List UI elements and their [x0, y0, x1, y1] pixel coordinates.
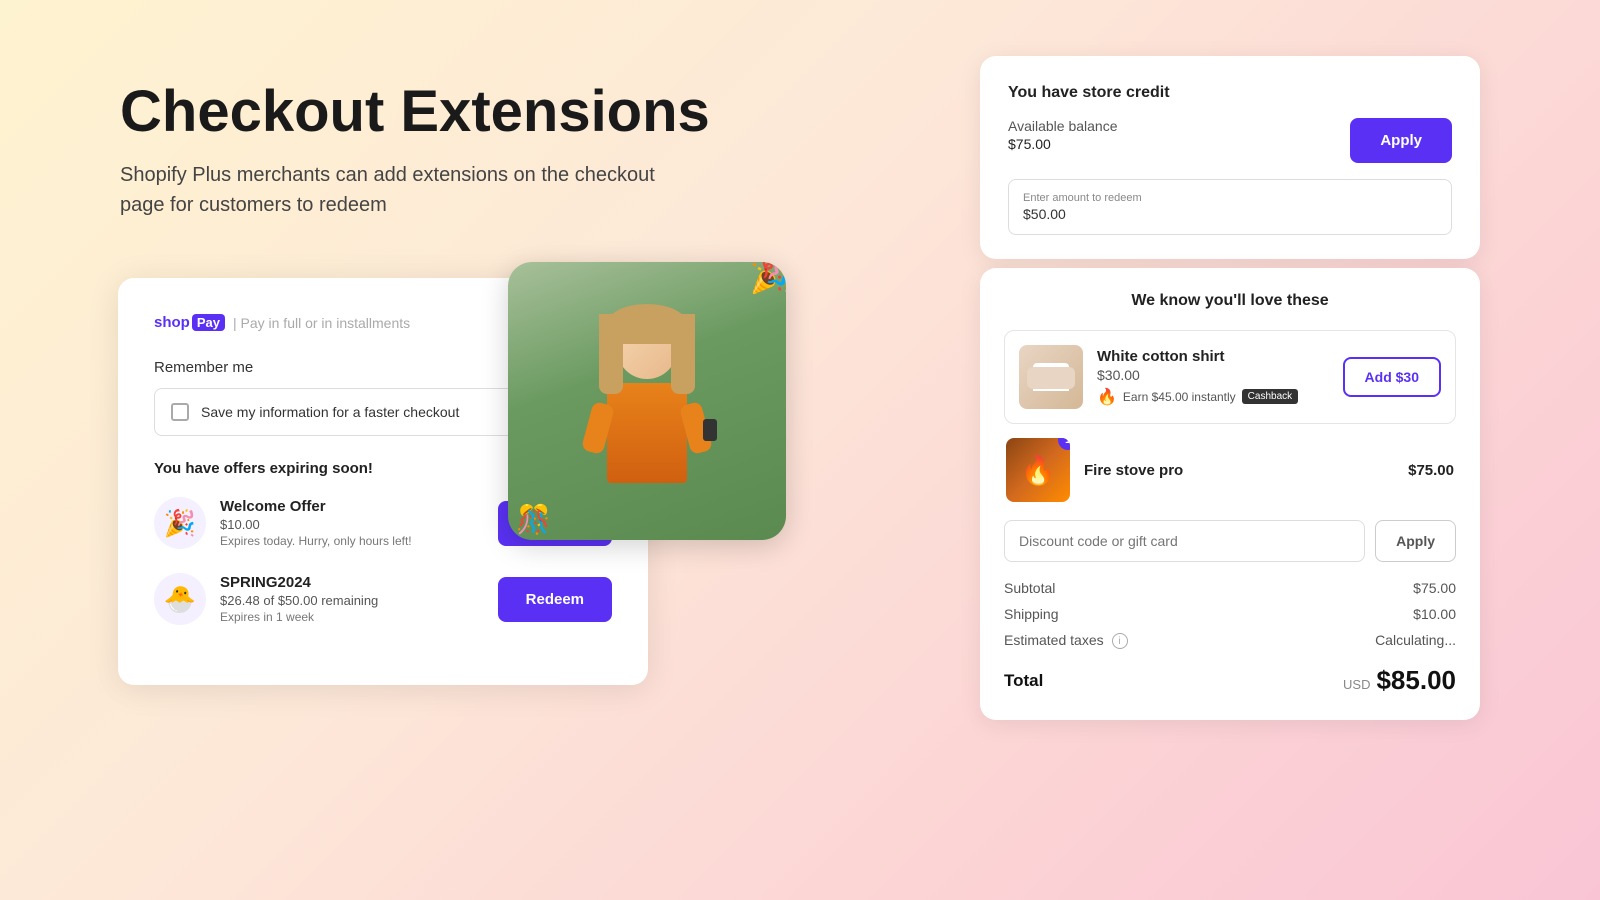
discount-code-input[interactable]	[1004, 520, 1365, 562]
shipping-label: Shipping	[1004, 606, 1059, 622]
product-row-firestove: 🔥 1 Fire stove pro $75.00	[1004, 438, 1456, 502]
store-credit-card: You have store credit Available balance …	[980, 56, 1480, 259]
party-decoration-top: 🎉	[750, 262, 786, 296]
credit-row: Available balance $75.00 Apply	[1008, 118, 1452, 163]
taxes-row: Estimated taxes i Calculating...	[1004, 632, 1456, 649]
product-image-shirt	[1019, 345, 1083, 409]
product-card-shirt: White cotton shirt $30.00 🔥 Earn $45.00 …	[1004, 330, 1456, 424]
remember-me-checkbox[interactable]	[171, 403, 189, 421]
offer-info-2: SPRING2024 $26.48 of $50.00 remaining Ex…	[220, 574, 484, 624]
redeem-input-label: Enter amount to redeem	[1023, 192, 1437, 204]
offer-name-1: Welcome Offer	[220, 498, 484, 515]
subtotal-row: Subtotal $75.00	[1004, 580, 1456, 596]
hero-title: Checkout Extensions	[120, 80, 710, 144]
redeem-button-2[interactable]: Redeem	[498, 577, 612, 622]
party-decoration-bottom: 🎊	[516, 503, 551, 536]
store-credit-apply-button[interactable]: Apply	[1350, 118, 1452, 163]
cashback-row-shirt: 🔥 Earn $45.00 instantly Cashback	[1097, 387, 1329, 407]
shop-text: shop	[154, 314, 190, 331]
taxes-label: Estimated taxes i	[1004, 632, 1128, 649]
shipping-value: $10.00	[1413, 606, 1456, 622]
product-info-shirt: White cotton shirt $30.00 🔥 Earn $45.00 …	[1097, 348, 1329, 407]
shirt-image-placeholder	[1019, 345, 1083, 409]
remember-me-text: Save my information for a faster checkou…	[201, 404, 459, 420]
store-credit-title: You have store credit	[1008, 84, 1452, 102]
available-label: Available balance	[1008, 118, 1118, 134]
offer-amount-1: $10.00	[220, 517, 484, 532]
taxes-label-text: Estimated taxes	[1004, 632, 1104, 648]
offer-info-1: Welcome Offer $10.00 Expires today. Hurr…	[220, 498, 484, 548]
taxes-info-icon[interactable]: i	[1112, 633, 1128, 649]
subtotal-label: Subtotal	[1004, 580, 1055, 596]
redeem-input-value[interactable]: $50.00	[1023, 206, 1437, 222]
offer-icon-2: 🐣	[154, 573, 206, 625]
shipping-row: Shipping $10.00	[1004, 606, 1456, 622]
shoppay-divider: | Pay in full or in installments	[233, 315, 410, 331]
cashback-text-shirt: Earn $45.00 instantly	[1123, 390, 1236, 404]
recommendations-title: We know you'll love these	[1004, 292, 1456, 310]
shoppay-logo: shopPay	[154, 314, 225, 331]
add-shirt-button[interactable]: Add $30	[1343, 357, 1441, 397]
total-currency: USD	[1343, 677, 1370, 692]
discount-code-row: Apply	[1004, 520, 1456, 562]
fire-icon: 🔥	[1021, 454, 1056, 487]
discount-apply-button[interactable]: Apply	[1375, 520, 1456, 562]
product-image-firestove: 🔥 1	[1006, 438, 1070, 502]
available-amount: $75.00	[1008, 136, 1118, 152]
product-name-firestove: Fire stove pro	[1084, 462, 1394, 479]
redeem-amount-input-box[interactable]: Enter amount to redeem $50.00	[1008, 179, 1452, 235]
taxes-value: Calculating...	[1375, 632, 1456, 649]
pay-box: Pay	[192, 314, 225, 331]
offer-row-2: 🐣 SPRING2024 $26.48 of $50.00 remaining …	[154, 573, 612, 625]
hero-subtitle: Shopify Plus merchants can add extension…	[120, 160, 680, 220]
product-info-firestove: Fire stove pro	[1084, 462, 1394, 479]
total-row: Total USD $85.00	[1004, 659, 1456, 696]
offer-amount-2: $26.48 of $50.00 remaining	[220, 593, 484, 608]
hero-section: Checkout Extensions Shopify Plus merchan…	[120, 80, 710, 220]
product-price-firestove: $75.00	[1408, 462, 1454, 479]
photo-overlay: 🎉 🎊	[508, 262, 786, 540]
offer-name-2: SPRING2024	[220, 574, 484, 591]
total-amount: $85.00	[1376, 665, 1456, 696]
offer-icon-1: 🎉	[154, 497, 206, 549]
offer-expiry-1: Expires today. Hurry, only hours left!	[220, 534, 484, 548]
credit-info: Available balance $75.00	[1008, 118, 1118, 152]
total-label: Total	[1004, 671, 1043, 691]
total-amount-group: USD $85.00	[1343, 665, 1456, 696]
offer-expiry-2: Expires in 1 week	[220, 610, 484, 624]
recommendations-card: We know you'll love these White cotton s…	[980, 268, 1480, 720]
firestove-image-placeholder: 🔥	[1006, 438, 1070, 502]
product-name-shirt: White cotton shirt	[1097, 348, 1329, 365]
cashback-badge-shirt: Cashback	[1242, 389, 1298, 404]
product-price-shirt: $30.00	[1097, 367, 1329, 383]
fire-emoji-shirt: 🔥	[1097, 387, 1117, 407]
subtotal-value: $75.00	[1413, 580, 1456, 596]
